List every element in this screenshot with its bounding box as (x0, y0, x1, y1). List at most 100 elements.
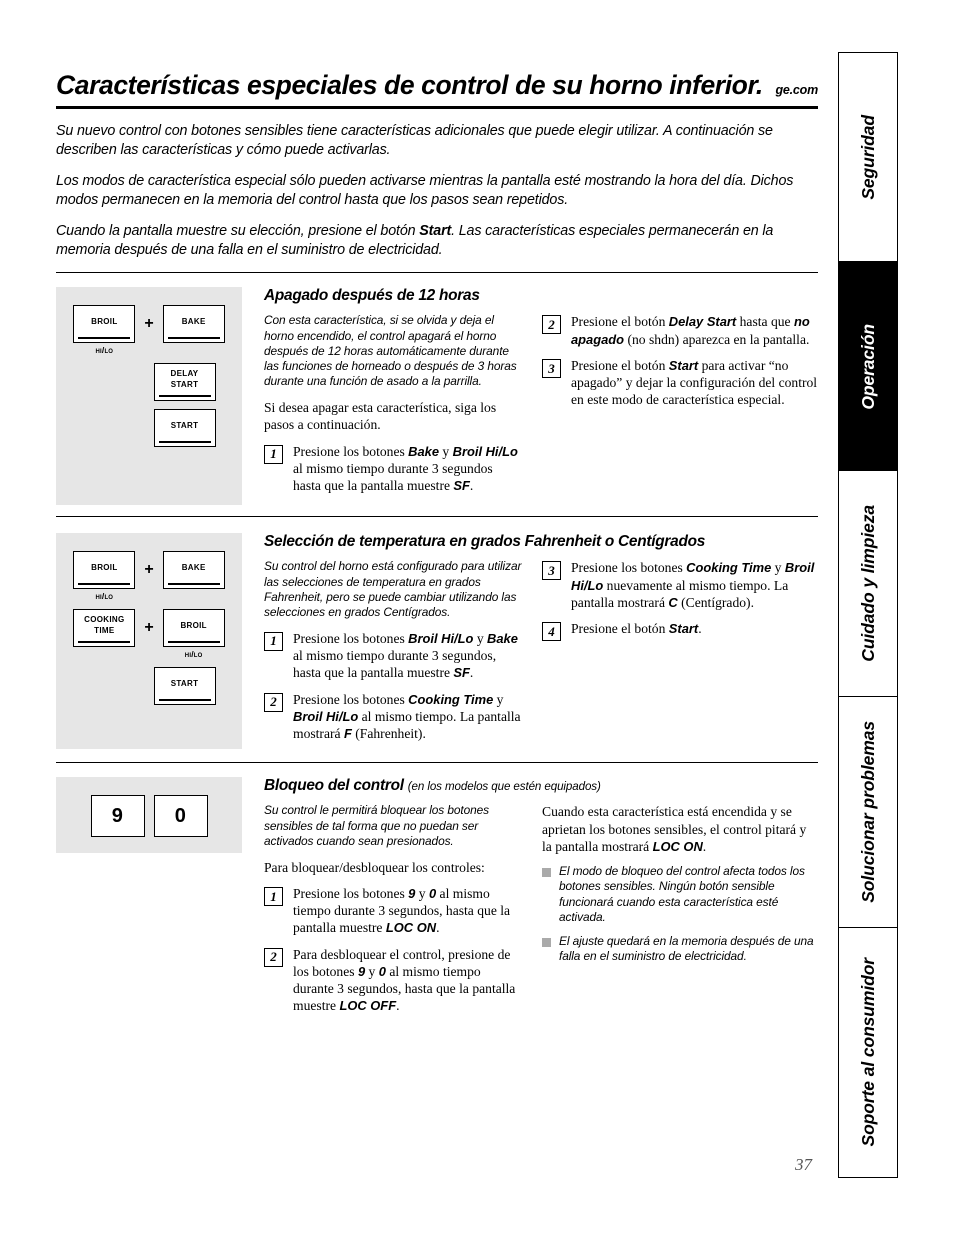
number-nine-button[interactable]: 9 (90, 795, 145, 838)
step-text-a: Presione los botones (293, 443, 409, 459)
section3-intro-italic: Su control le permitirá bloquear los bot… (264, 803, 489, 848)
step-text-e: . (469, 477, 474, 493)
step-emphasis-1: Bake (408, 443, 440, 459)
broil-button-2-sublabel: Hi/Lo (184, 649, 203, 660)
title-row: Características especiales de control de… (56, 70, 818, 104)
section3-columns: Su control le permitirá bloquear los bot… (264, 803, 818, 1023)
section1-heading: Apagado después de 12 horas (264, 287, 480, 305)
step-text: Presione el botón Delay Start hasta que … (571, 313, 818, 348)
diagram-row-numbers: 9 0 (56, 795, 242, 838)
step-number: 2 (264, 692, 283, 712)
sidebar-tab-label: Seguridad (857, 115, 878, 200)
bullet-square-icon (542, 937, 551, 947)
broil-button-label: Broil (91, 314, 118, 327)
step-text-c: . (698, 621, 702, 637)
bake-button[interactable]: Bake (162, 551, 225, 590)
section1-column-left: Con esta característica, si se olvida y … (264, 313, 542, 503)
section-bloqueo-del-control: 9 0 Bloqueo del control (en los modelos … (56, 777, 818, 1023)
step-emphasis-3: C (668, 595, 678, 611)
step-emphasis-1: Cooking Time (686, 560, 772, 576)
step-text-c: y (439, 443, 453, 459)
intro-p3-text-a: Cuando la pantalla muestre su elección, … (56, 223, 420, 240)
bake-button-label: Bake (181, 314, 206, 327)
broil-button-label: Broil (91, 560, 118, 573)
step-number: 2 (542, 315, 561, 335)
diagram-row-start: Start (56, 667, 242, 706)
diagram-row-broil-bake: Broil Hi/Lo + Bake (56, 305, 242, 355)
step-item: 1 Presione los botones 9 y 0 al mismo ti… (264, 885, 524, 937)
section2-intro-italic: Su control del horno está configurado pa… (264, 559, 522, 619)
broil-button[interactable]: Broil (73, 305, 136, 344)
section3-content: Bloqueo del control (en los modelos que … (242, 777, 818, 1023)
section2-content: Selección de temperatura en grados Fahre… (242, 533, 818, 751)
bullet-text: El modo de bloqueo del control afecta to… (559, 864, 805, 924)
diagram-row-start: Start (56, 409, 242, 448)
number-zero-label: 0 (174, 805, 187, 828)
bullet-item: El modo de bloqueo del control afecta to… (542, 864, 818, 924)
start-button[interactable]: Start (153, 667, 216, 706)
section3-heading-note: (en los modelos que estén equipados) (407, 780, 601, 794)
delay-start-line2: Start (170, 378, 199, 391)
main-content: Características especiales de control de… (56, 70, 818, 1024)
diagram-row-broil-bake: Broil Hi/Lo + Bake (56, 551, 242, 601)
plus-symbol: + (144, 619, 154, 637)
broil-button[interactable]: Broil (73, 551, 136, 590)
section3-right-text-c: . (702, 838, 707, 854)
step-text: Presione el botón Start. (571, 620, 818, 641)
step-text-d: (no shdn) aparezca en la pantalla. (624, 331, 810, 347)
number-zero-button[interactable]: 0 (153, 795, 208, 838)
step-item: 2 Para desbloquear el control, presione … (264, 946, 524, 1015)
step-number: 4 (542, 622, 561, 642)
broil-button-2[interactable]: Broil (162, 609, 225, 648)
sidebar-tab-seguridad[interactable]: Seguridad (838, 52, 898, 263)
start-button[interactable]: Start (153, 409, 216, 448)
step-emphasis-3: SF (453, 477, 470, 493)
bake-button-group: Bake (162, 551, 225, 590)
section1-columns: Con esta característica, si se olvida y … (264, 313, 818, 503)
step-text: Para desbloquear el control, presione de… (293, 946, 524, 1015)
step-text-e: . (396, 998, 400, 1014)
step-text-e: . (436, 920, 440, 936)
section3-intro-serif: Para bloquear/desbloquear los controles: (264, 859, 485, 875)
step-item: 4 Presione el botón Start. (542, 620, 818, 642)
step-text-a: Presione el botón (571, 314, 669, 330)
section3-heading: Bloqueo del control (en los modelos que … (264, 777, 818, 795)
step-item: 2 Presione los botones Cooking Time y Br… (264, 691, 524, 743)
sidebar-tab-label: Solucionar problemas (857, 721, 878, 904)
step-text: Presione los botones Cooking Time y Broi… (571, 559, 818, 611)
section2-columns: Su control del horno está configurado pa… (264, 559, 818, 751)
step-item: 2 Presione el botón Delay Start hasta qu… (542, 313, 818, 348)
delay-start-button[interactable]: Delay Start (153, 363, 216, 402)
sidebar-tab-operacion[interactable]: Operación (838, 261, 898, 472)
intro-paragraph-1: Su nuevo control con botones sensibles t… (56, 122, 818, 159)
start-button-label: Start (170, 418, 199, 431)
bake-button-group: Bake (162, 305, 225, 344)
bake-button[interactable]: Bake (162, 305, 225, 344)
intro-paragraph-2: Los modos de característica especial sól… (56, 172, 818, 209)
cooking-time-line2: Time (94, 624, 115, 637)
cooking-time-button[interactable]: Cooking Time (73, 609, 136, 648)
step-text-a: Presione el botón (571, 621, 669, 637)
step-text-a: Presione los botones (293, 691, 409, 707)
sidebar-tab-solucionar-problemas[interactable]: Solucionar problemas (838, 696, 898, 929)
step-item: 1 Presione los botones Broil Hi/Lo y Bak… (264, 630, 524, 682)
sidebar-tab-cuidado-y-limpieza[interactable]: Cuidado y limpieza (838, 469, 898, 698)
sidebar-tab-soporte-al-consumidor[interactable]: Soporte al consumidor (838, 926, 898, 1178)
step-text-e: (Centígrado). (677, 595, 754, 611)
intro-p3-start-emphasis: Start (419, 223, 452, 240)
step-text-a: Presione el botón (571, 358, 669, 374)
step-number: 1 (264, 444, 283, 464)
step-text: Presione los botones Broil Hi/Lo y Bake … (293, 630, 524, 682)
broil-button-group-2: Broil Hi/Lo (162, 609, 225, 660)
step-text-a: Presione los botones (293, 886, 409, 902)
page-number: 37 (795, 1155, 812, 1174)
sidebar-tab-label: Soporte al consumidor (857, 957, 878, 1147)
step-emphasis-2: Bake (487, 630, 518, 646)
step-text: Presione el botón Start para activar “no… (571, 357, 818, 409)
step-emphasis-2: Broil Hi/Lo (293, 708, 359, 724)
sidebar-tab-label: Cuidado y limpieza (857, 505, 878, 663)
step-text-e: . (469, 665, 474, 681)
section3-heading-main: Bloqueo del control (264, 777, 404, 795)
step-text-e: (Fahrenheit). (351, 726, 426, 742)
broil-button-sublabel: Hi/Lo (95, 345, 114, 356)
